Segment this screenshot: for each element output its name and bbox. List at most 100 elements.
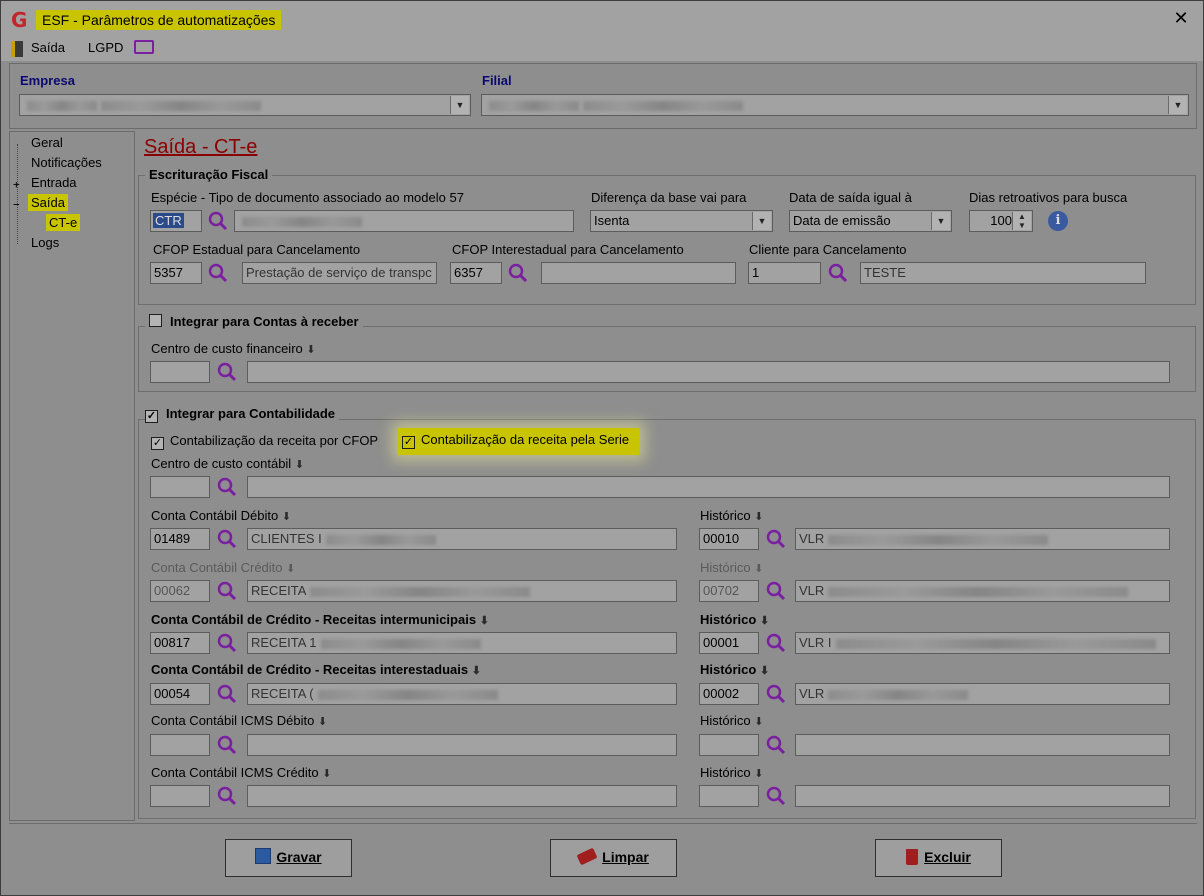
- hist4-code-input[interactable]: 00002: [699, 683, 759, 705]
- search-icon[interactable]: [765, 683, 787, 705]
- tree-item-saida[interactable]: Saída: [28, 194, 68, 211]
- search-icon[interactable]: [216, 580, 238, 602]
- centro-contabil-desc-input[interactable]: [247, 476, 1170, 498]
- icms-credito-label: Conta Contábil ICMS Crédito ⬇: [151, 765, 332, 780]
- dias-stepper[interactable]: 100 ▲ ▼: [969, 210, 1033, 232]
- stepper-arrows-icon[interactable]: ▲ ▼: [1012, 212, 1031, 230]
- empresa-select[interactable]: ▼: [19, 94, 471, 116]
- contabilidade-title: Integrar para Contabilidade: [166, 406, 336, 421]
- hist5-desc-input[interactable]: [795, 734, 1170, 756]
- excluir-button[interactable]: Excluir: [875, 839, 1002, 877]
- hist2-label: Histórico ⬇: [700, 560, 764, 575]
- pin-icon: ⬇: [322, 768, 332, 780]
- inter-est-desc-input[interactable]: RECEITA (: [247, 683, 677, 705]
- search-icon[interactable]: [765, 632, 787, 654]
- search-icon[interactable]: [216, 632, 238, 654]
- info-icon[interactable]: i: [1048, 211, 1068, 231]
- search-icon[interactable]: [216, 476, 238, 498]
- menu-saida[interactable]: Saída: [31, 40, 65, 55]
- hist1-code-input[interactable]: 00010: [699, 528, 759, 550]
- hist5-code-input[interactable]: [699, 734, 759, 756]
- hist5-label: Histórico ⬇: [700, 713, 764, 728]
- opt-serie-checkbox[interactable]: ✓: [402, 436, 415, 449]
- menu-lgpd[interactable]: LGPD: [88, 40, 123, 55]
- icms-credito-desc-input[interactable]: [247, 785, 677, 807]
- search-icon[interactable]: [216, 528, 238, 550]
- hist2-desc-input[interactable]: VLR: [795, 580, 1170, 602]
- icms-debito-desc-input[interactable]: [247, 734, 677, 756]
- hist1-desc-input[interactable]: VLR: [795, 528, 1170, 550]
- close-icon[interactable]: ✕: [1169, 7, 1193, 31]
- cfop-interestadual-code-input[interactable]: 6357: [450, 262, 502, 284]
- chevron-down-icon[interactable]: ▼: [752, 212, 771, 230]
- tree-item-logs[interactable]: Logs: [31, 235, 59, 250]
- icms-credito-code-input[interactable]: [150, 785, 210, 807]
- tree-item-entrada[interactable]: Entrada: [31, 175, 77, 190]
- search-icon[interactable]: [765, 734, 787, 756]
- exit-door-icon[interactable]: [11, 41, 23, 57]
- opt-serie[interactable]: ✓ Contabilização da receita pela Serie: [398, 428, 640, 455]
- inter-mun-desc-input[interactable]: RECEITA 1: [247, 632, 677, 654]
- centro-financeiro-code-input[interactable]: [150, 361, 210, 383]
- centro-financeiro-desc-input[interactable]: [247, 361, 1170, 383]
- gravar-button[interactable]: Gravar: [225, 839, 352, 877]
- hist3-desc-input[interactable]: VLR I: [795, 632, 1170, 654]
- especie-desc-input[interactable]: [234, 210, 574, 232]
- inter-mun-code-input[interactable]: 00817: [150, 632, 210, 654]
- contabilidade-checkbox[interactable]: ✓: [145, 410, 158, 423]
- search-icon[interactable]: [216, 361, 238, 383]
- chevron-down-icon[interactable]: ▼: [1168, 96, 1187, 114]
- search-icon[interactable]: [507, 262, 529, 284]
- cfop-estadual-code-input[interactable]: 5357: [150, 262, 202, 284]
- tree-item-notificacoes[interactable]: Notificações: [31, 155, 102, 170]
- cfop-interestadual-desc-input[interactable]: [541, 262, 736, 284]
- inter-est-code-input[interactable]: 00054: [150, 683, 210, 705]
- limpar-button[interactable]: Limpar: [550, 839, 677, 877]
- hist3-code-input[interactable]: 00001: [699, 632, 759, 654]
- credito-code-input[interactable]: 00062: [150, 580, 210, 602]
- opt-cfop-checkbox[interactable]: ✓: [151, 437, 164, 450]
- search-icon[interactable]: [827, 262, 849, 284]
- pin-icon: ⬇: [281, 511, 292, 523]
- hist2-code-input[interactable]: 00702: [699, 580, 759, 602]
- cliente-desc-input[interactable]: TESTE: [860, 262, 1146, 284]
- credito-desc-input[interactable]: RECEITA: [247, 580, 677, 602]
- diferenca-select[interactable]: Isenta ▼: [590, 210, 773, 232]
- hist4-desc-input[interactable]: VLR: [795, 683, 1170, 705]
- app-window: G ESF - Parâmetros de automatizações ✕ S…: [0, 0, 1204, 896]
- data-saida-select[interactable]: Data de emissão ▼: [789, 210, 952, 232]
- debito-code-input[interactable]: 01489: [150, 528, 210, 550]
- hist6-desc-input[interactable]: [795, 785, 1170, 807]
- pin-icon: ⬇: [754, 563, 764, 575]
- collapse-icon[interactable]: −: [13, 198, 20, 211]
- search-icon[interactable]: [765, 528, 787, 550]
- opt-cfop[interactable]: ✓ Contabilização da receita por CFOP: [151, 433, 378, 450]
- search-icon[interactable]: [216, 785, 238, 807]
- search-icon[interactable]: [216, 734, 238, 756]
- search-icon[interactable]: [765, 580, 787, 602]
- hist6-code-input[interactable]: [699, 785, 759, 807]
- filial-select[interactable]: ▼: [481, 94, 1189, 116]
- expand-icon[interactable]: +: [13, 178, 20, 191]
- search-icon[interactable]: [765, 785, 787, 807]
- centro-financeiro-label: Centro de custo financeiro ⬇: [151, 341, 316, 356]
- icms-debito-code-input[interactable]: [150, 734, 210, 756]
- cfop-estadual-desc-input[interactable]: Prestação de serviço de transpc: [242, 262, 437, 284]
- chevron-down-icon[interactable]: ▼: [450, 96, 469, 114]
- contas-receber-checkbox[interactable]: [149, 314, 162, 327]
- tree-lines: [17, 144, 19, 244]
- cliente-code-input[interactable]: 1: [748, 262, 821, 284]
- monitor-icon[interactable]: [134, 40, 154, 54]
- search-icon[interactable]: [216, 683, 238, 705]
- tree-item-geral[interactable]: Geral: [31, 135, 63, 150]
- especie-code-input[interactable]: CTR: [150, 210, 202, 232]
- chevron-down-icon[interactable]: ▼: [931, 212, 950, 230]
- pin-icon: ⬇: [759, 665, 770, 677]
- search-icon[interactable]: [207, 262, 229, 284]
- tree-item-cte[interactable]: CT-e: [46, 214, 81, 231]
- menu-bar: Saída LGPD: [1, 37, 1203, 61]
- search-icon[interactable]: [207, 210, 229, 232]
- centro-contabil-code-input[interactable]: [150, 476, 210, 498]
- icms-debito-label: Conta Contábil ICMS Débito ⬇: [151, 713, 328, 728]
- debito-desc-input[interactable]: CLIENTES I: [247, 528, 677, 550]
